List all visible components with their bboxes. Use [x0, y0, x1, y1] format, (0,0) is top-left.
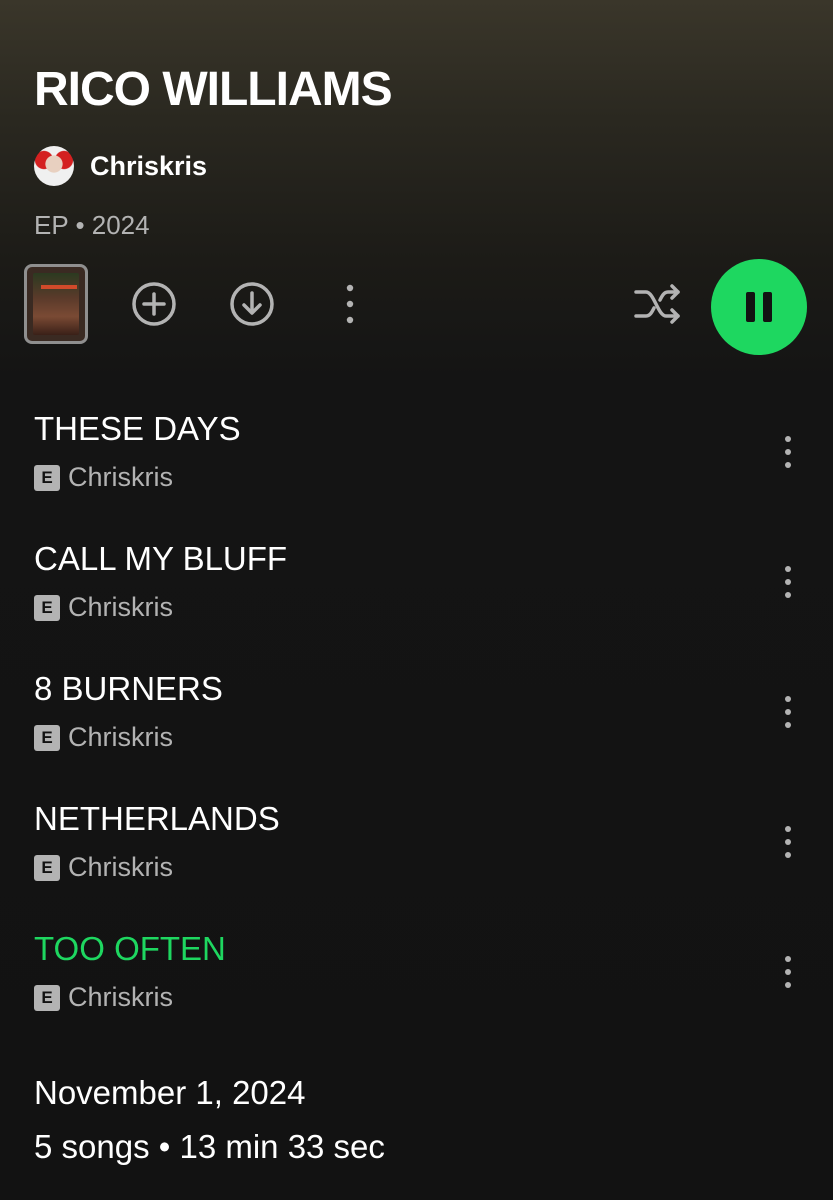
track-row[interactable]: CALL MY BLUFF E Chriskris: [0, 522, 833, 632]
track-subtitle: E Chriskris: [34, 462, 173, 493]
track-title: THESE DAYS: [34, 410, 241, 447]
more-vertical-icon: [785, 566, 791, 598]
track-subtitle: E Chriskris: [34, 982, 173, 1013]
more-vertical-icon: [785, 826, 791, 858]
track-subtitle: E Chriskris: [34, 592, 173, 623]
explicit-badge: E: [34, 724, 60, 751]
track-artist: Chriskris: [68, 592, 173, 622]
action-bar: [24, 259, 810, 355]
pause-icon: [746, 292, 772, 322]
album-footer: November 1, 2024 5 songs • 13 min 33 sec: [34, 1074, 385, 1166]
track-row[interactable]: THESE DAYS E Chriskris: [0, 392, 833, 502]
track-artist: Chriskris: [68, 852, 173, 882]
download-circle-icon: [230, 282, 274, 326]
album-cover-thumbnail[interactable]: [24, 264, 88, 344]
track-more-button[interactable]: [770, 692, 806, 732]
track-artist: Chriskris: [68, 982, 173, 1012]
more-options-button[interactable]: [324, 278, 376, 330]
track-row[interactable]: NETHERLANDS E Chriskris: [0, 782, 833, 892]
artist-row[interactable]: Chriskris: [34, 145, 207, 187]
album-summary: 5 songs • 13 min 33 sec: [34, 1128, 385, 1165]
explicit-badge: E: [34, 854, 60, 881]
track-row-playing[interactable]: TOO OFTEN E Chriskris: [0, 912, 833, 1022]
release-date: November 1, 2024: [34, 1074, 306, 1111]
artist-name[interactable]: Chriskris: [90, 151, 207, 182]
track-row[interactable]: 8 BURNERS E Chriskris: [0, 652, 833, 762]
explicit-badge: E: [34, 984, 60, 1011]
cover-art: [33, 273, 79, 335]
more-vertical-icon: [785, 436, 791, 468]
download-button[interactable]: [226, 278, 278, 330]
album-title: RICO WILLIAMS: [34, 63, 393, 116]
track-more-button[interactable]: [770, 952, 806, 992]
cover-title-art: [41, 285, 77, 289]
track-artist: Chriskris: [68, 722, 173, 752]
more-vertical-icon: [785, 696, 791, 728]
pause-button[interactable]: [711, 259, 807, 355]
track-more-button[interactable]: [770, 432, 806, 472]
shuffle-button[interactable]: [632, 278, 684, 330]
track-more-button[interactable]: [770, 562, 806, 602]
explicit-badge: E: [34, 594, 60, 621]
album-meta: EP • 2024: [34, 210, 150, 240]
track-subtitle: E Chriskris: [34, 722, 173, 753]
explicit-badge: E: [34, 464, 60, 491]
add-circle-icon: [132, 282, 176, 326]
more-vertical-icon: [785, 956, 791, 988]
track-subtitle: E Chriskris: [34, 852, 173, 883]
track-more-button[interactable]: [770, 822, 806, 862]
artist-avatar[interactable]: [34, 146, 74, 186]
more-vertical-icon: [346, 284, 354, 324]
track-title: 8 BURNERS: [34, 670, 223, 707]
track-title: TOO OFTEN: [34, 930, 226, 967]
add-button[interactable]: [128, 278, 180, 330]
track-title: NETHERLANDS: [34, 800, 280, 837]
shuffle-icon: [634, 284, 680, 324]
track-title: CALL MY BLUFF: [34, 540, 288, 577]
track-artist: Chriskris: [68, 462, 173, 492]
